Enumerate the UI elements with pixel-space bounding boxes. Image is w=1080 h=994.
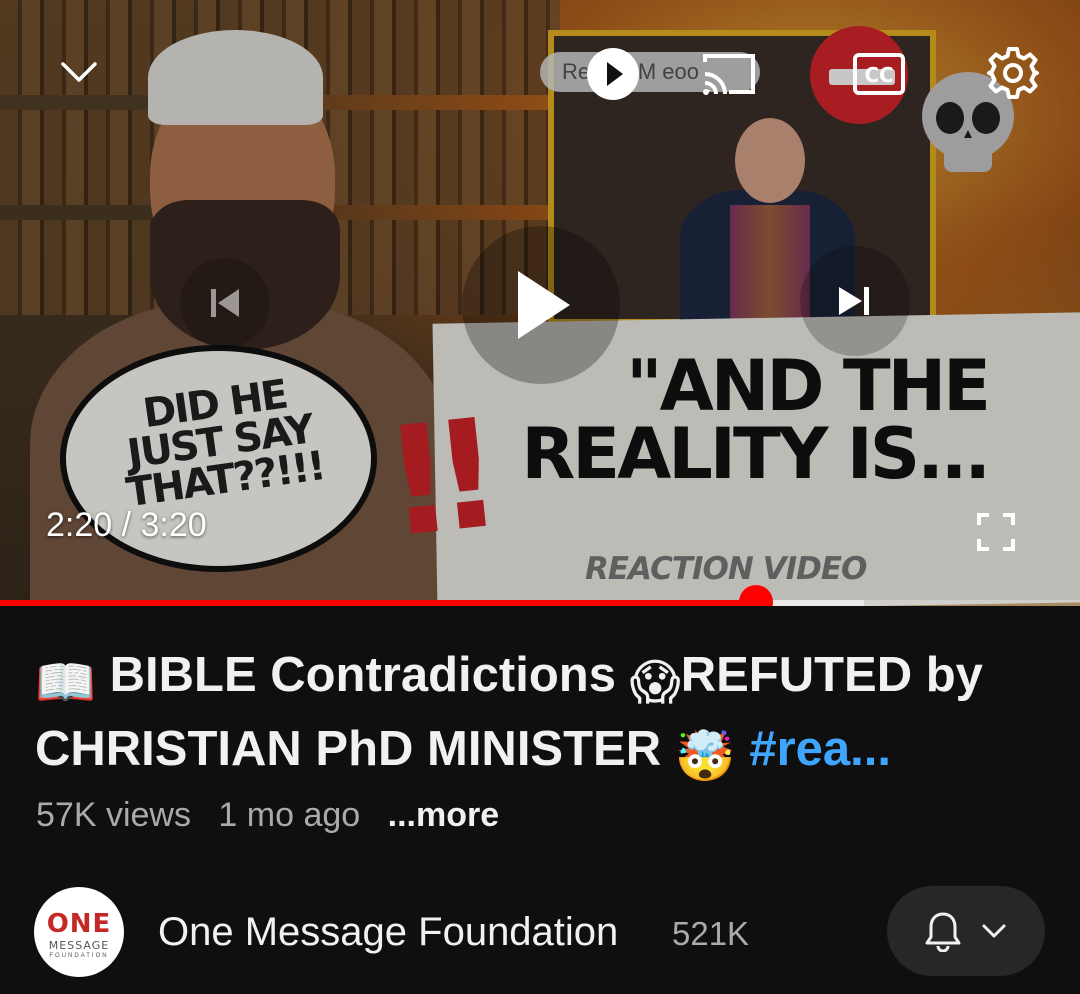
fullscreen-button[interactable] xyxy=(972,508,1020,556)
subscriber-count: 521K xyxy=(672,915,750,952)
open-book-emoji-icon: 📖 xyxy=(35,656,97,710)
autoplay-toggle[interactable] xyxy=(585,48,641,100)
seek-bar-progress xyxy=(0,600,756,606)
view-count: 57K views xyxy=(36,796,191,834)
fullscreen-icon xyxy=(977,513,1015,551)
next-video-button[interactable] xyxy=(800,246,910,356)
chevron-down-icon xyxy=(61,62,97,82)
chevron-down-icon xyxy=(982,924,1006,938)
title-text: BIBLE Contradictions xyxy=(96,648,630,702)
time-display: 2:20 / 3:20 xyxy=(46,506,207,544)
avatar-logo-text: MESSAGE xyxy=(48,939,110,952)
upload-age: 1 mo ago xyxy=(218,796,361,834)
video-title[interactable]: 📖 BIBLE Contradictions 😱REFUTED by CHRIS… xyxy=(35,642,1045,790)
hashtag-link[interactable]: #rea... xyxy=(736,722,891,776)
avatar-logo-text: ONE xyxy=(46,909,112,939)
play-icon xyxy=(518,271,570,339)
channel-name[interactable]: One Message Foundation xyxy=(158,910,618,955)
settings-button[interactable] xyxy=(984,44,1042,102)
play-button[interactable] xyxy=(462,226,620,384)
seek-bar[interactable] xyxy=(0,585,1080,606)
video-player[interactable]: Re ace M eoo "AND THE REALITY IS... REAC… xyxy=(0,0,1080,606)
cast-button[interactable] xyxy=(698,48,760,100)
channel-row[interactable]: ONE MESSAGE FOUNDATION One Message Found… xyxy=(0,880,1080,980)
more-description-button[interactable]: ...more xyxy=(388,796,499,834)
gear-icon xyxy=(987,47,1039,99)
subscription-notifications-button[interactable] xyxy=(887,886,1045,976)
collapse-player-button[interactable] xyxy=(52,50,106,94)
play-circle-icon xyxy=(587,48,639,100)
video-metadata[interactable]: 57K views 1 mo ago ...more xyxy=(36,796,517,835)
cc-icon: CC xyxy=(853,53,905,95)
previous-video-button[interactable] xyxy=(180,258,270,348)
screaming-face-emoji-icon: 😱 xyxy=(629,656,681,710)
avatar-logo-text: FOUNDATION xyxy=(49,953,109,959)
bell-icon xyxy=(925,912,961,952)
channel-avatar[interactable]: ONE MESSAGE FOUNDATION xyxy=(34,887,124,977)
captions-button[interactable]: CC xyxy=(850,48,908,100)
cast-icon xyxy=(703,54,755,95)
exploding-head-emoji-icon: 🤯 xyxy=(674,730,736,784)
skip-next-icon xyxy=(839,287,869,315)
svg-text:CC: CC xyxy=(864,63,893,87)
skip-previous-icon xyxy=(211,289,239,317)
